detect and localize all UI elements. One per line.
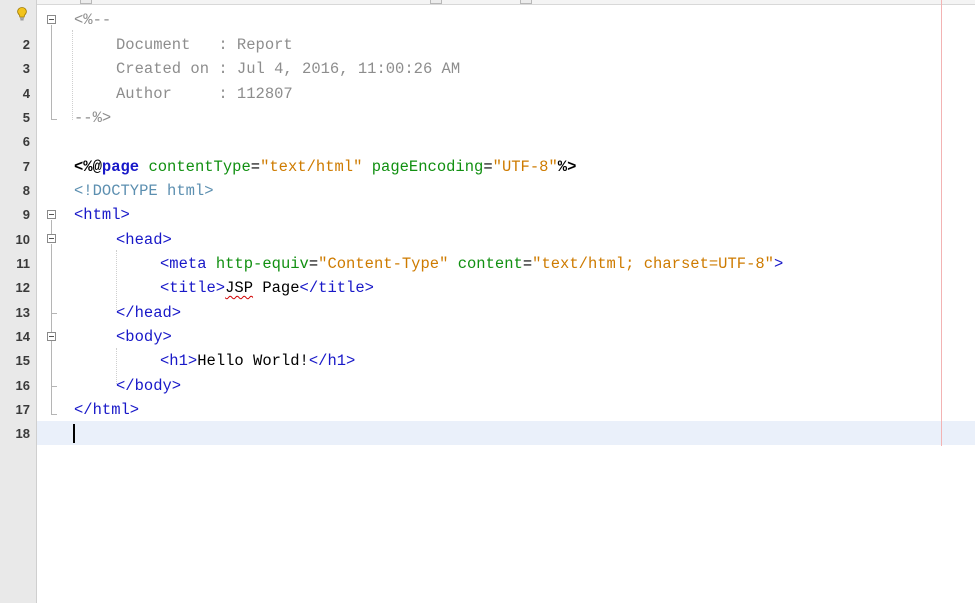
comment-created-on: Created on : Jul 4, 2016, 11:00:26 AM [116, 60, 461, 78]
attribute-name: http-equiv [215, 255, 309, 273]
line-number: 18 [15, 426, 30, 441]
doctype: <!DOCTYPE html> [74, 182, 214, 200]
h1-close-tag: </h1> [308, 352, 356, 370]
line-number: 2 [22, 37, 30, 52]
fold-guide [51, 25, 52, 119]
code-line-4: Author : 112807 [116, 82, 293, 106]
title-open-tag: <title> [160, 279, 226, 297]
meta-close: > [773, 255, 784, 273]
line-number-gutter[interactable]: 2 3 4 5 6 7 8 9 10 11 12 13 14 15 16 17 … [0, 0, 37, 603]
line-number: 15 [15, 353, 30, 368]
attribute-name: contentType [148, 157, 251, 176]
attribute-name: pageEncoding [371, 157, 484, 176]
line-number: 3 [22, 61, 30, 76]
code-line-10: <head> [116, 228, 172, 252]
line-number: 17 [15, 402, 30, 417]
attribute-value: "text/html" [260, 157, 363, 176]
h1-text: Hello World! [197, 352, 309, 370]
directive-open: <%@ [74, 157, 102, 176]
meta-open: <meta [160, 255, 207, 273]
line-number: 16 [15, 377, 30, 393]
code-line-3: Created on : Jul 4, 2016, 11:00:26 AM [116, 57, 460, 81]
line-number: 7 [22, 158, 30, 174]
fold-collapse-icon[interactable] [47, 15, 56, 24]
code-editor[interactable]: 2 3 4 5 6 7 8 9 10 11 12 13 14 15 16 17 … [0, 0, 975, 603]
line-number: 6 [22, 134, 30, 149]
line-number: 9 [22, 207, 30, 222]
line-number: 14 [15, 329, 30, 344]
directive-close: %> [557, 157, 577, 176]
comment-document: Document : Report [116, 36, 293, 54]
code-line-8: <!DOCTYPE html> [74, 179, 214, 203]
code-line-1: <%-- [74, 8, 111, 32]
code-text-area[interactable]: <%-- Document : Report Created on : Jul … [70, 0, 975, 603]
code-line-16: </body> [116, 374, 181, 398]
comment-close: --%> [74, 109, 112, 127]
fold-end-marker [51, 414, 57, 415]
line-number: 12 [15, 280, 30, 295]
fold-collapse-icon[interactable] [47, 234, 56, 243]
code-line-17: </html> [74, 398, 139, 422]
code-line-2: Document : Report [116, 33, 293, 57]
equals-sign: = [250, 157, 261, 176]
fold-end-marker [51, 313, 57, 314]
equals-sign: = [308, 255, 319, 273]
line-number: 11 [16, 256, 30, 271]
text-caret [73, 424, 75, 443]
fold-end-marker [51, 386, 57, 387]
line-number: 10 [15, 231, 30, 247]
fold-margin[interactable] [38, 0, 68, 603]
fold-collapse-icon[interactable] [47, 332, 56, 341]
equals-sign: = [522, 255, 533, 273]
attribute-value: "UTF-8" [492, 157, 558, 176]
title-text: Page [253, 279, 300, 297]
attribute-name: content [457, 255, 523, 273]
attribute-value: "Content-Type" [318, 255, 449, 273]
fold-collapse-icon[interactable] [47, 210, 56, 219]
line-number: 4 [22, 85, 30, 101]
line-number: 5 [22, 110, 30, 125]
head-close-tag: </head> [116, 303, 182, 322]
body-close-tag: </body> [116, 376, 182, 395]
lightbulb-icon[interactable] [17, 7, 27, 21]
body-open-tag: <body> [116, 328, 172, 346]
equals-sign: = [483, 157, 493, 176]
spellcheck-error-word[interactable]: JSP [225, 279, 253, 297]
code-line-14: <body> [116, 325, 172, 349]
code-line-15: <h1>Hello World!</h1> [160, 349, 355, 373]
html-open-tag: <html> [74, 206, 130, 224]
code-line-5: --%> [74, 106, 111, 130]
code-line-12: <title>JSP Page</title> [160, 276, 374, 300]
head-open-tag: <head> [116, 230, 172, 249]
directive-keyword: page [101, 157, 140, 176]
code-line-11: <meta http-equiv="Content-Type" content=… [160, 252, 783, 276]
fold-end-marker [51, 119, 57, 120]
code-line-13: </head> [116, 301, 181, 325]
code-line-9: <html> [74, 203, 130, 227]
h1-open-tag: <h1> [160, 352, 198, 370]
line-number: 8 [22, 183, 30, 198]
title-close-tag: </title> [299, 279, 374, 297]
code-line-7: <%@page contentType="text/html" pageEnco… [74, 155, 576, 179]
fold-guide [51, 244, 52, 414]
comment-author: Author : 112807 [116, 84, 293, 103]
attribute-value: "text/html; charset=UTF-8" [532, 255, 774, 273]
line-number: 13 [15, 304, 30, 320]
html-close-tag: </html> [74, 401, 140, 419]
comment-open: <%-- [74, 11, 112, 29]
